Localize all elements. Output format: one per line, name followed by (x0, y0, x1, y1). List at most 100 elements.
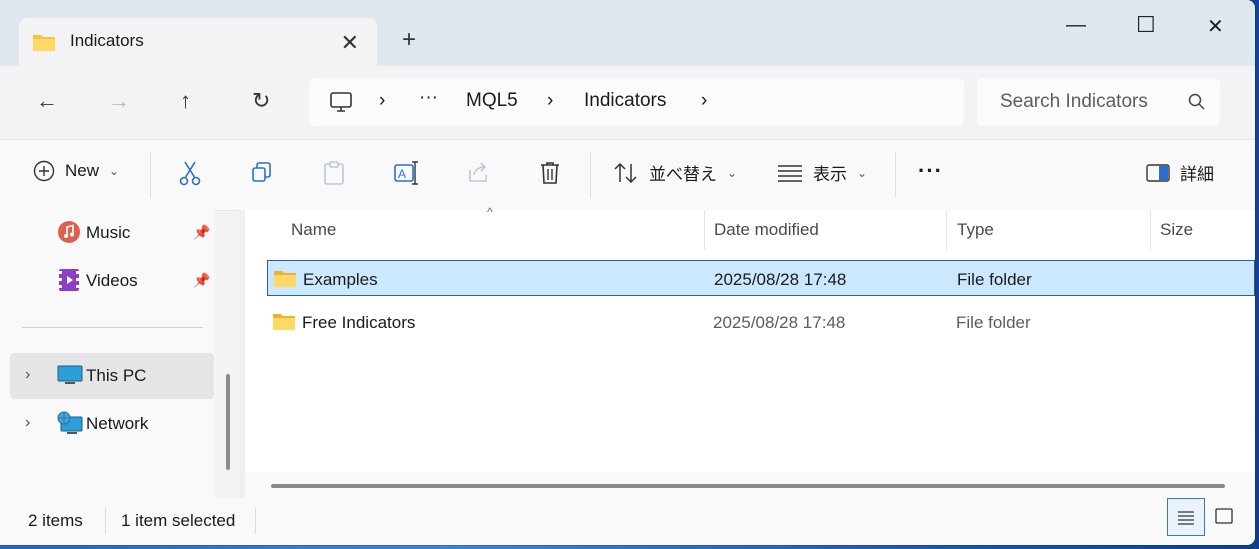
sidebar-scrollbar[interactable] (226, 374, 230, 470)
file-date: 2025/08/28 17:48 (713, 313, 846, 332)
tab-title: Indicators (70, 31, 144, 50)
up-button[interactable]: ↑ (180, 88, 191, 114)
details-pane-icon (1146, 163, 1170, 182)
folder-icon (272, 311, 296, 336)
sidebar-item-label: Network (86, 414, 149, 433)
sort-icon (614, 162, 637, 183)
large-icons-view-button[interactable] (1207, 498, 1245, 536)
new-button[interactable]: New ⌄ (33, 160, 119, 182)
minimize-button[interactable]: — (1066, 14, 1086, 37)
cut-icon[interactable] (178, 160, 202, 191)
computer-icon (329, 90, 353, 119)
videos-icon (57, 268, 81, 297)
paste-icon[interactable] (322, 160, 346, 191)
divider (895, 152, 896, 198)
maximize-button[interactable]: ☐ (1136, 12, 1156, 38)
search-box[interactable]: Search Indicators (977, 78, 1220, 126)
breadcrumb-chevron-icon[interactable]: › (379, 90, 385, 112)
sidebar-item-videos[interactable]: Videos 📌 (10, 258, 214, 304)
tab-close-icon[interactable]: ✕ (341, 30, 359, 56)
folder-icon (273, 268, 297, 293)
command-bar: New ⌄ A 並べ替え ⌄ 表示 ⌄ ··· 詳細 (0, 139, 1255, 211)
sidebar-divider (22, 327, 203, 328)
new-label: New (65, 161, 100, 180)
view-button[interactable]: 表示 ⌄ (777, 160, 867, 185)
rename-icon[interactable]: A (393, 160, 419, 191)
refresh-button[interactable]: ↻ (252, 88, 270, 114)
plus-circle-icon (33, 160, 55, 182)
file-explorer-window: Indicators ✕ + — ☐ ✕ ← → ↑ ↻ › ··· MQL5 … (0, 0, 1255, 545)
folder-icon (32, 32, 56, 57)
column-header-type[interactable]: Type (957, 220, 994, 240)
pin-icon: 📌 (193, 272, 211, 288)
sort-button[interactable]: 並べ替え ⌄ (613, 160, 737, 185)
navigation-pane: Music 📌 Videos 📌 › This PC › Network (0, 210, 215, 498)
column-divider[interactable] (1150, 210, 1151, 250)
column-header-date-modified[interactable]: Date modified (714, 220, 819, 240)
svg-text:A: A (398, 167, 406, 181)
breadcrumb-item-mql5[interactable]: MQL5 (466, 90, 518, 112)
see-more-button[interactable]: ··· (918, 158, 943, 184)
search-input[interactable]: Search Indicators (1000, 91, 1148, 113)
chevron-down-icon: ⌄ (727, 165, 738, 180)
expand-chevron-icon[interactable]: › (25, 414, 30, 432)
file-type: File folder (956, 313, 1031, 332)
sort-label: 並べ替え (649, 165, 717, 184)
details-pane-button[interactable]: 詳細 (1146, 160, 1214, 185)
pin-icon: 📌 (193, 224, 211, 240)
sidebar-item-music[interactable]: Music 📌 (10, 210, 214, 256)
column-divider[interactable] (704, 210, 705, 250)
breadcrumb-item-indicators[interactable]: Indicators (584, 90, 666, 112)
file-date: 2025/08/28 17:48 (714, 270, 847, 289)
sidebar-item-network[interactable]: › Network (10, 401, 214, 447)
breadcrumb-chevron-icon[interactable]: › (547, 90, 553, 112)
details-label: 詳細 (1180, 165, 1214, 184)
selection-count: 1 item selected (121, 511, 236, 530)
close-window-button[interactable]: ✕ (1207, 14, 1224, 39)
share-icon[interactable] (466, 160, 490, 189)
sidebar-item-label: This PC (86, 366, 147, 385)
sort-ascending-icon: ^ (487, 205, 493, 219)
column-header-size[interactable]: Size (1160, 220, 1193, 240)
sidebar-item-label: Videos (86, 271, 138, 290)
search-icon (1188, 93, 1206, 116)
view-label: 表示 (813, 165, 847, 184)
navigation-bar: ← → ↑ ↻ › ··· MQL5 › Indicators › Search… (0, 66, 1255, 138)
column-divider[interactable] (946, 210, 947, 250)
address-bar[interactable]: › ··· MQL5 › Indicators › (309, 78, 964, 126)
details-view-icon (1178, 511, 1194, 525)
divider (105, 508, 106, 534)
this-pc-icon (57, 363, 83, 392)
file-name: Examples (303, 270, 378, 289)
music-icon (57, 220, 81, 249)
tab-strip: Indicators ✕ + — ☐ ✕ (0, 0, 1255, 66)
forward-button[interactable]: → (108, 88, 130, 114)
file-type: File folder (957, 270, 1032, 289)
file-list: ^ Name Date modified Type Size Examples … (245, 205, 1255, 498)
large-icons-view-icon (1215, 508, 1233, 524)
tab-indicators[interactable]: Indicators ✕ (19, 18, 377, 66)
column-header-name[interactable]: Name (291, 220, 336, 240)
divider (590, 152, 591, 198)
copy-icon[interactable] (250, 160, 274, 189)
network-icon (57, 411, 83, 442)
item-count: 2 items (28, 511, 83, 530)
breadcrumb-more-button[interactable]: ··· (419, 87, 438, 109)
divider (255, 508, 256, 534)
file-row-free-indicators[interactable]: Free Indicators 2025/08/28 17:48 File fo… (267, 304, 1255, 340)
view-lines-icon (778, 164, 802, 182)
file-name: Free Indicators (302, 313, 416, 332)
back-button[interactable]: ← (36, 88, 58, 114)
horizontal-scrollbar[interactable] (271, 484, 1225, 488)
chevron-down-icon: ⌄ (109, 164, 120, 178)
delete-icon[interactable] (538, 160, 562, 191)
new-tab-button[interactable]: + (402, 26, 416, 54)
file-row-examples[interactable]: Examples 2025/08/28 17:48 File folder (267, 260, 1255, 296)
breadcrumb-chevron-icon[interactable]: › (701, 90, 707, 112)
details-view-button[interactable] (1167, 498, 1205, 536)
expand-chevron-icon[interactable]: › (25, 366, 30, 384)
sidebar-item-this-pc[interactable]: › This PC (10, 353, 214, 399)
status-bar: 2 items 1 item selected (0, 498, 1255, 545)
chevron-down-icon: ⌄ (857, 165, 868, 180)
divider (150, 152, 151, 198)
